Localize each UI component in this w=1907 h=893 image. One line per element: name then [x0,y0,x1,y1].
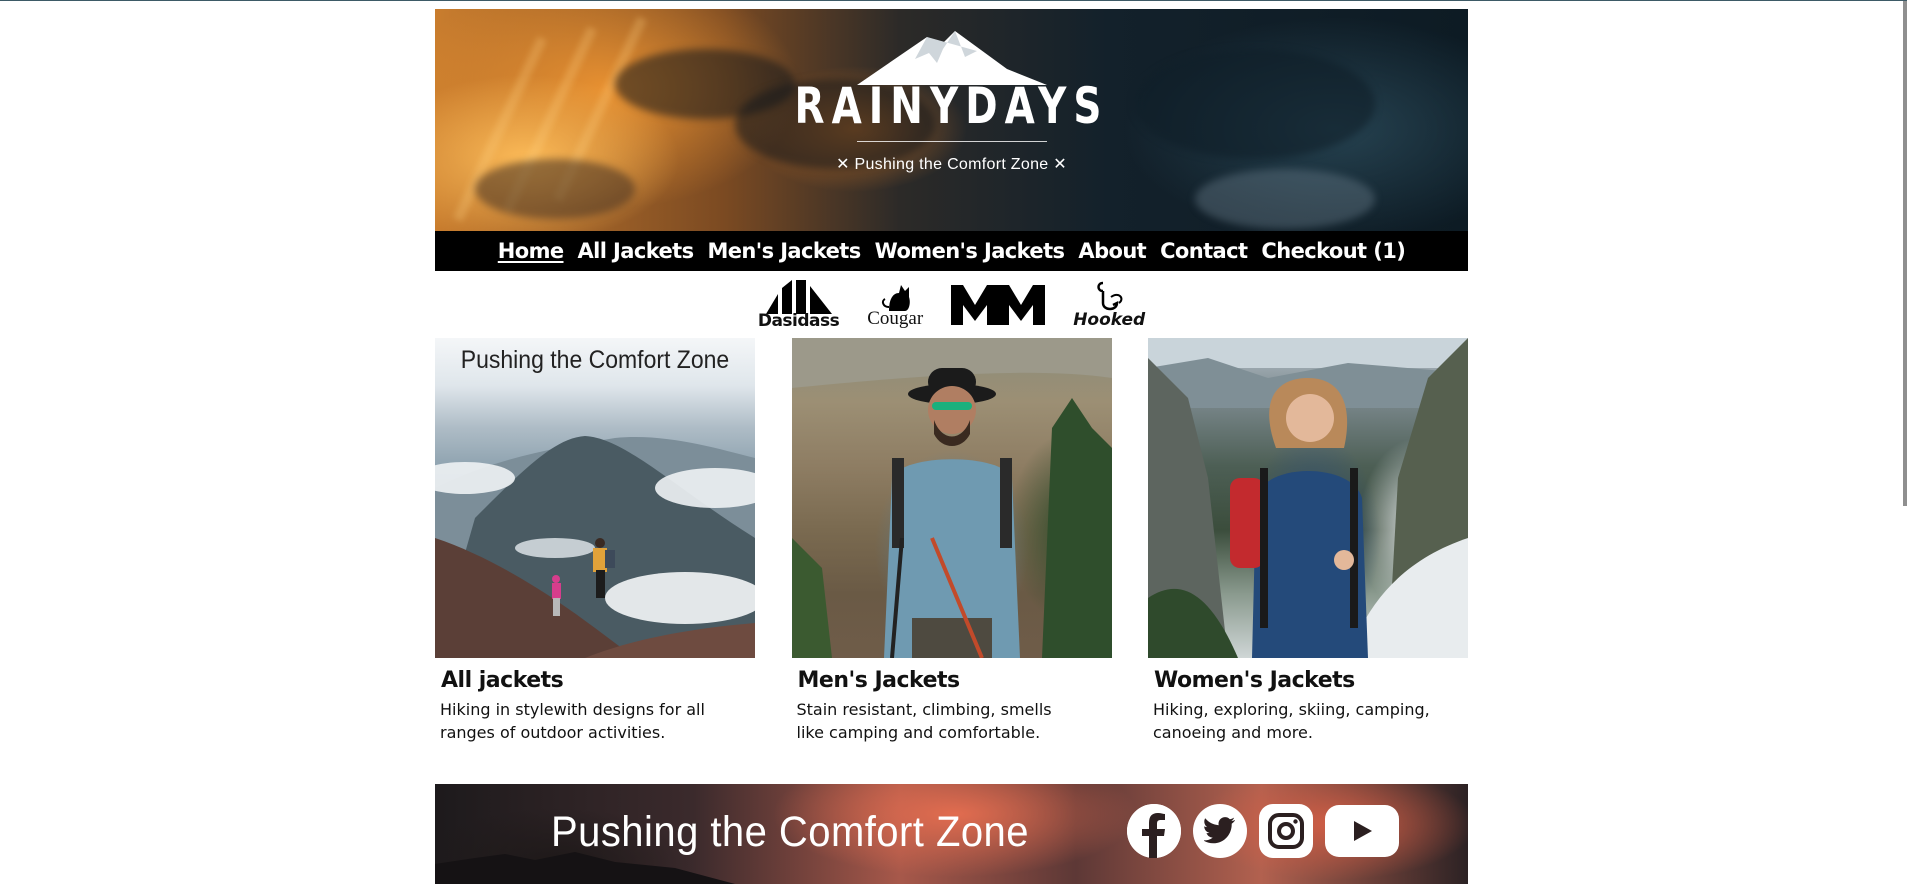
hiker-man-art [791,338,1112,658]
brand-dasidass-label: Dasidass [757,311,840,331]
category-cards: Pushing the Comfort Zone All jackets Hik… [435,338,1468,744]
nav-mens-jackets[interactable]: Men's Jackets [707,239,861,263]
dasidass-stripes-icon [765,280,832,314]
all-jackets-image[interactable]: Pushing the Comfort Zone [435,338,755,658]
cougar-cat-icon [882,285,911,311]
nav-checkout[interactable]: Checkout (1) [1261,239,1405,263]
nav-contact[interactable]: Contact [1160,239,1248,263]
social-links [1127,804,1399,858]
brand-hooked: Hooked [1073,281,1146,330]
instagram-icon[interactable] [1259,804,1313,858]
facebook-icon[interactable] [1127,804,1181,858]
mountain-scene-art [435,436,755,658]
card-title[interactable]: Women's Jackets [1154,668,1468,694]
logo-wordmark: RAINYDAYS [794,77,1109,135]
youtube-icon[interactable] [1325,805,1399,857]
card-description: Hiking, exploring, skiing, camping, cano… [1153,700,1430,742]
nav-about[interactable]: About [1078,239,1146,263]
womens-jackets-image[interactable] [1148,338,1468,658]
card-description: Stain resistant, climbing, smells like c… [796,700,1052,742]
card-all-jackets[interactable]: Pushing the Comfort Zone All jackets Hik… [435,338,755,744]
twitter-icon[interactable] [1193,804,1247,858]
brand-mm [951,283,1046,325]
fishing-hook-icon [1097,281,1123,311]
mens-jackets-image[interactable] [791,338,1112,658]
brand-logos: Dasidass Cougar Hooked [435,271,1468,337]
nav-home[interactable]: Home [498,239,564,263]
card-mens-jackets[interactable]: Men's Jackets Stain resistant, climbing,… [791,338,1112,744]
card-description: Hiking in stylewith designs for all rang… [440,700,705,742]
site-logo[interactable]: RAINYDAYS ✕ Pushing the Comfort Zone ✕ [435,29,1468,174]
hiker-woman-art [1148,338,1468,658]
logo-divider [856,141,1047,142]
page-container: RAINYDAYS ✕ Pushing the Comfort Zone ✕ H… [435,9,1468,884]
brand-dasidass: Dasidass [757,280,840,331]
banner-slogan: Pushing the Comfort Zone [551,808,1029,856]
card-womens-jackets[interactable]: Women's Jackets Hiking, exploring, skiin… [1148,338,1468,744]
nav-womens-jackets[interactable]: Women's Jackets [875,239,1065,263]
brand-cougar: Cougar [867,281,924,329]
main-navigation: Home All Jackets Men's Jackets Women's J… [435,231,1468,271]
nav-all-jackets[interactable]: All Jackets [578,239,695,263]
card-title[interactable]: Men's Jackets [798,668,1112,694]
logo-tagline: ✕ Pushing the Comfort Zone ✕ [836,156,1067,173]
brand-cougar-label: Cougar [867,308,924,329]
card-title[interactable]: All jackets [441,668,755,694]
page-scrollbar[interactable] [1903,1,1907,506]
brand-hooked-label: Hooked [1073,310,1146,330]
mm-logo-icon [951,285,1046,325]
hero-banner: RAINYDAYS ✕ Pushing the Comfort Zone ✕ [435,9,1468,231]
footer-banner: Pushing the Comfort Zone [435,784,1468,884]
